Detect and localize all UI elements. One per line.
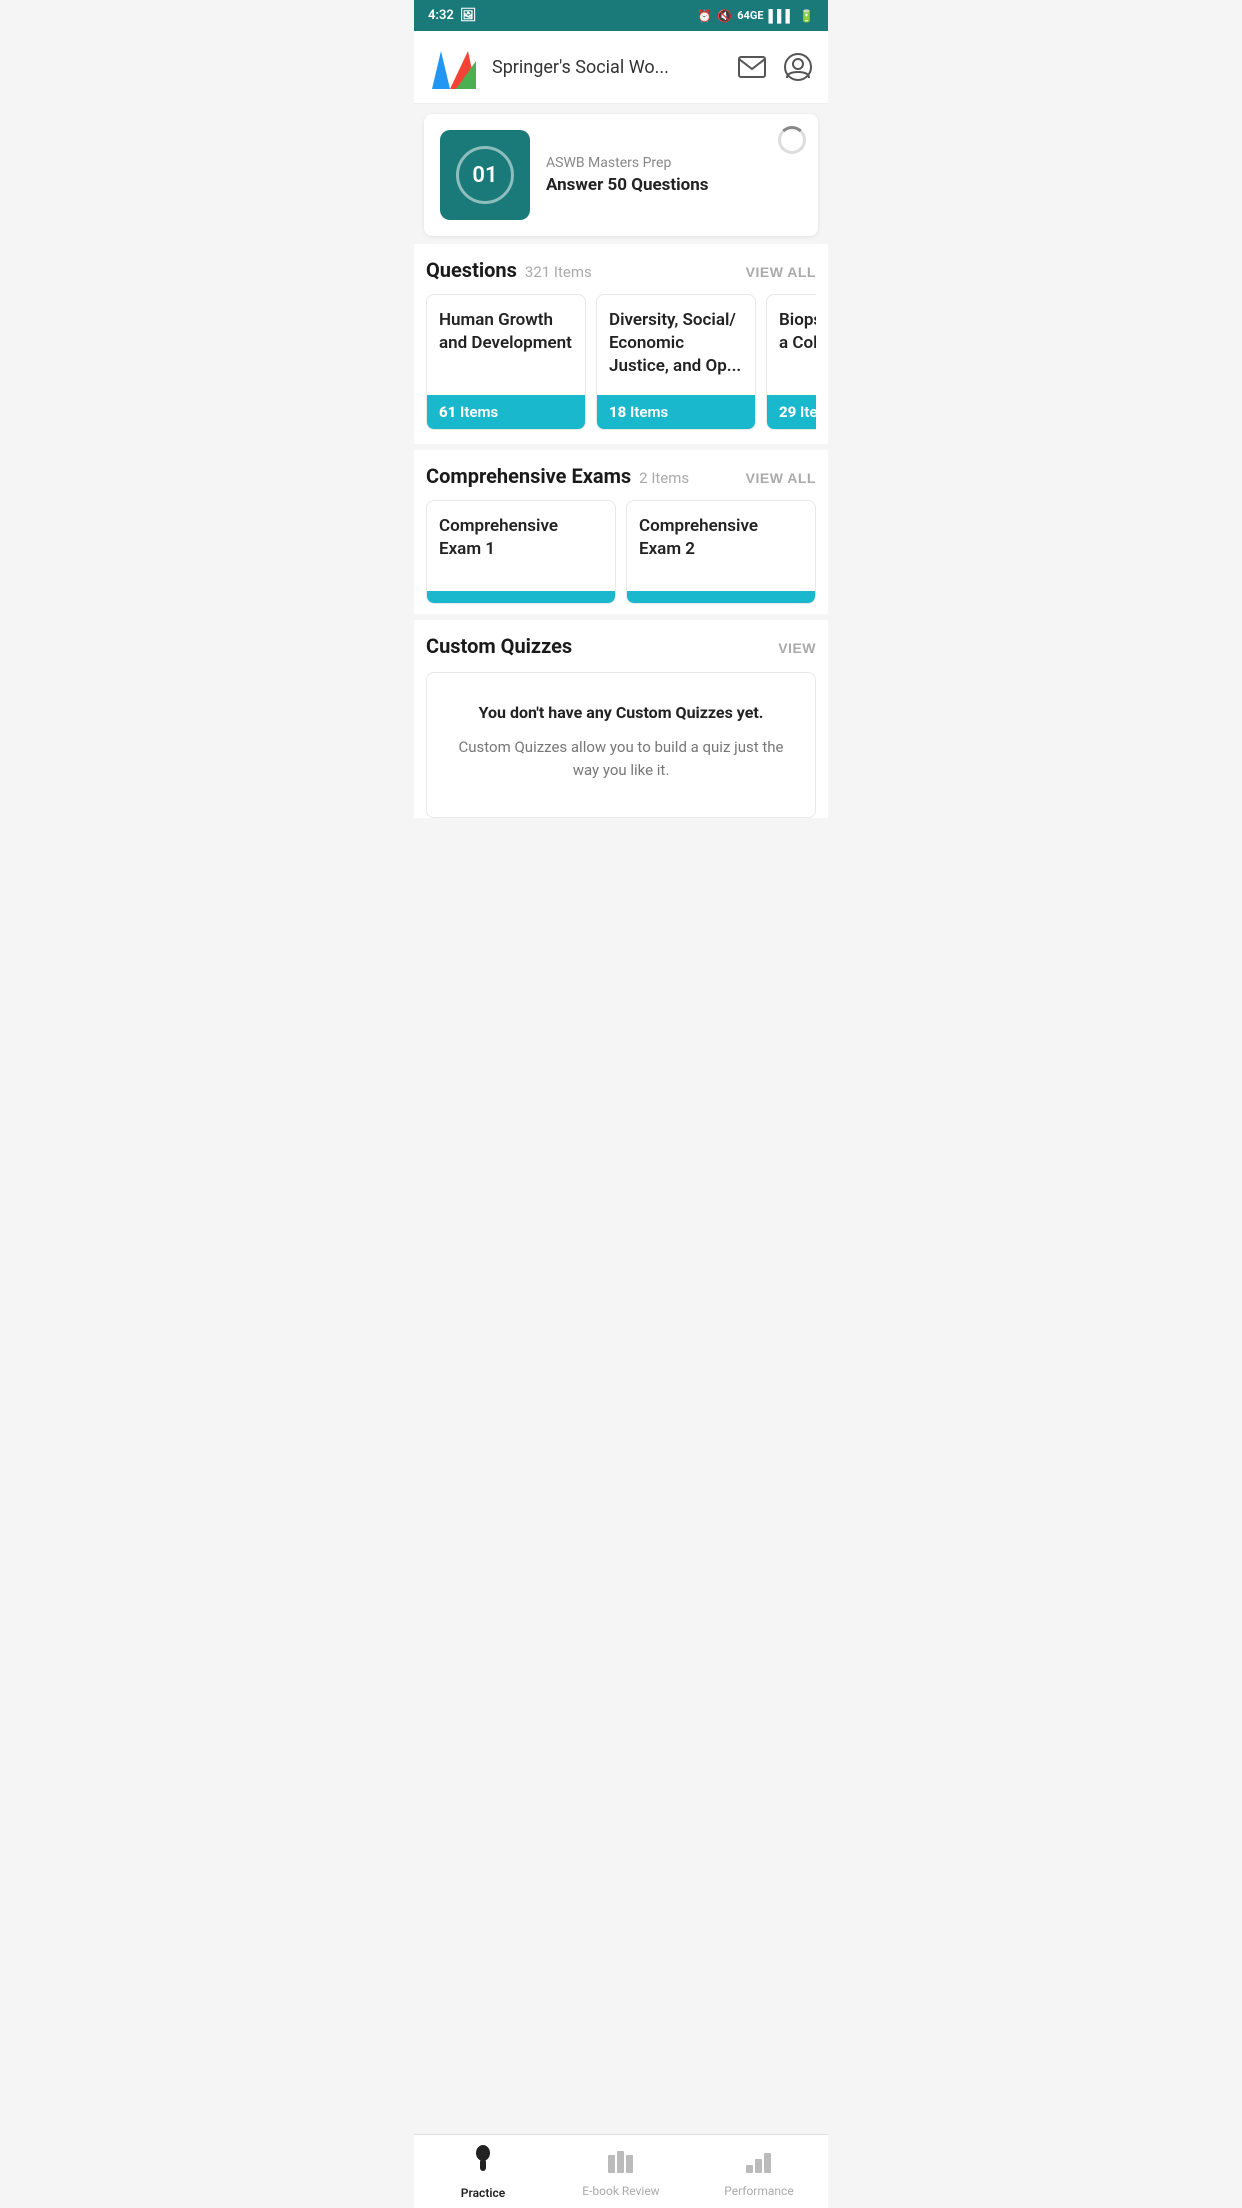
question-card-2-title: Diversity, Social/ Economic Justice, and…: [597, 295, 755, 395]
question-card-2-footer: 18 Items: [597, 395, 755, 429]
mute-icon: 🔇: [717, 9, 732, 23]
question-card-1-footer: 61 Items: [427, 395, 585, 429]
exam-card-2[interactable]: Comprehensive Exam 2: [626, 500, 816, 604]
exam-cards-grid: Comprehensive Exam 1 Comprehensive Exam …: [426, 500, 816, 604]
featured-card-subtitle: ASWB Masters Prep: [546, 155, 802, 171]
comprehensive-exams-header: Comprehensive Exams 2 Items VIEW ALL: [426, 464, 816, 488]
comprehensive-exams-section: Comprehensive Exams 2 Items VIEW ALL Com…: [414, 450, 828, 614]
mail-icon[interactable]: [736, 51, 768, 83]
exam-card-2-title: Comprehensive Exam 2: [627, 501, 815, 591]
question-card-2[interactable]: Diversity, Social/ Economic Justice, and…: [596, 294, 756, 430]
question-card-1-label: Items: [460, 403, 498, 421]
question-card-3-label: Items: [800, 403, 816, 421]
wifi-icon: 64GE: [737, 9, 763, 22]
custom-quizzes-title: Custom Quizzes: [426, 634, 572, 658]
status-bar-right: ⏰ 🔇 64GE ▌▌▌ 🔋: [697, 9, 814, 23]
questions-cards-scroll: Human Growth and Development 61 Items Di…: [426, 294, 816, 434]
practice-icon: [469, 2145, 497, 2182]
question-card-1[interactable]: Human Growth and Development 61 Items: [426, 294, 586, 430]
featured-card-text: ASWB Masters Prep Answer 50 Questions: [546, 155, 802, 195]
custom-quizzes-header: Custom Quizzes VIEW: [426, 634, 816, 658]
performance-label: Performance: [724, 2184, 793, 2198]
custom-quizzes-empty-title: You don't have any Custom Quizzes yet.: [447, 703, 795, 722]
question-card-3[interactable]: Biopsych History a Collatera 29 Items: [766, 294, 816, 430]
status-time: 4:32: [428, 8, 454, 23]
main-content: 01 ASWB Masters Prep Answer 50 Questions…: [414, 104, 828, 904]
nav-item-performance[interactable]: Performance: [690, 2147, 828, 2198]
questions-section-header: Questions 321 Items VIEW ALL: [426, 258, 816, 282]
nav-item-practice[interactable]: Practice: [414, 2145, 552, 2200]
app-header: Springer's Social Wo...: [414, 31, 828, 104]
header-icons: [736, 51, 814, 83]
loading-spinner: [778, 126, 806, 154]
questions-section-count: 321 Items: [525, 263, 592, 281]
questions-title-group: Questions 321 Items: [426, 258, 592, 282]
question-card-1-count: 61: [439, 403, 460, 421]
exam-card-1-footer: [427, 591, 615, 603]
question-card-2-count: 18: [609, 403, 630, 421]
exam-card-1-title: Comprehensive Exam 1: [427, 501, 615, 591]
app-logo: [428, 41, 480, 93]
performance-icon: [744, 2147, 774, 2180]
custom-quizzes-section: Custom Quizzes VIEW You don't have any C…: [414, 620, 828, 818]
custom-quizzes-empty-state: You don't have any Custom Quizzes yet. C…: [426, 672, 816, 818]
photo-icon: 🖼: [460, 8, 477, 23]
bottom-nav: Practice E-book Review Performance: [414, 2134, 828, 2208]
profile-icon[interactable]: [782, 51, 814, 83]
question-card-2-label: Items: [630, 403, 668, 421]
featured-card-number: 01: [456, 146, 514, 204]
nav-item-ebook[interactable]: E-book Review: [552, 2147, 690, 2198]
question-card-3-footer: 29 Items: [767, 395, 816, 429]
practice-label: Practice: [461, 2186, 505, 2200]
featured-card-title: Answer 50 Questions: [546, 175, 802, 195]
exam-card-2-footer: [627, 591, 815, 603]
questions-view-all-button[interactable]: VIEW ALL: [746, 264, 816, 280]
exam-card-1[interactable]: Comprehensive Exam 1: [426, 500, 616, 604]
battery-icon: 🔋: [799, 9, 814, 23]
alarm-icon: ⏰: [697, 9, 712, 23]
comprehensive-exams-view-all-button[interactable]: VIEW ALL: [746, 470, 816, 486]
featured-card[interactable]: 01 ASWB Masters Prep Answer 50 Questions: [424, 114, 818, 236]
questions-section: Questions 321 Items VIEW ALL Human Growt…: [414, 244, 828, 444]
question-card-1-title: Human Growth and Development: [427, 295, 585, 395]
question-card-3-count: 29: [779, 403, 800, 421]
ebook-label: E-book Review: [582, 2184, 659, 2198]
comprehensive-exams-count: 2 Items: [639, 469, 689, 487]
featured-card-icon: 01: [440, 130, 530, 220]
comprehensive-exams-title-group: Comprehensive Exams 2 Items: [426, 464, 689, 488]
comprehensive-exams-title: Comprehensive Exams: [426, 464, 631, 488]
questions-section-title: Questions: [426, 258, 517, 282]
signal-icon: ▌▌▌: [769, 9, 795, 23]
header-title: Springer's Social Wo...: [492, 57, 736, 78]
custom-quizzes-empty-desc: Custom Quizzes allow you to build a quiz…: [447, 736, 795, 781]
status-bar: 4:32 🖼 ⏰ 🔇 64GE ▌▌▌ 🔋: [414, 0, 828, 31]
ebook-icon: [606, 2147, 636, 2180]
question-card-3-title: Biopsych History a Collatera: [767, 295, 816, 395]
custom-quizzes-view-button[interactable]: VIEW: [778, 640, 816, 656]
status-bar-left: 4:32 🖼: [428, 8, 476, 23]
